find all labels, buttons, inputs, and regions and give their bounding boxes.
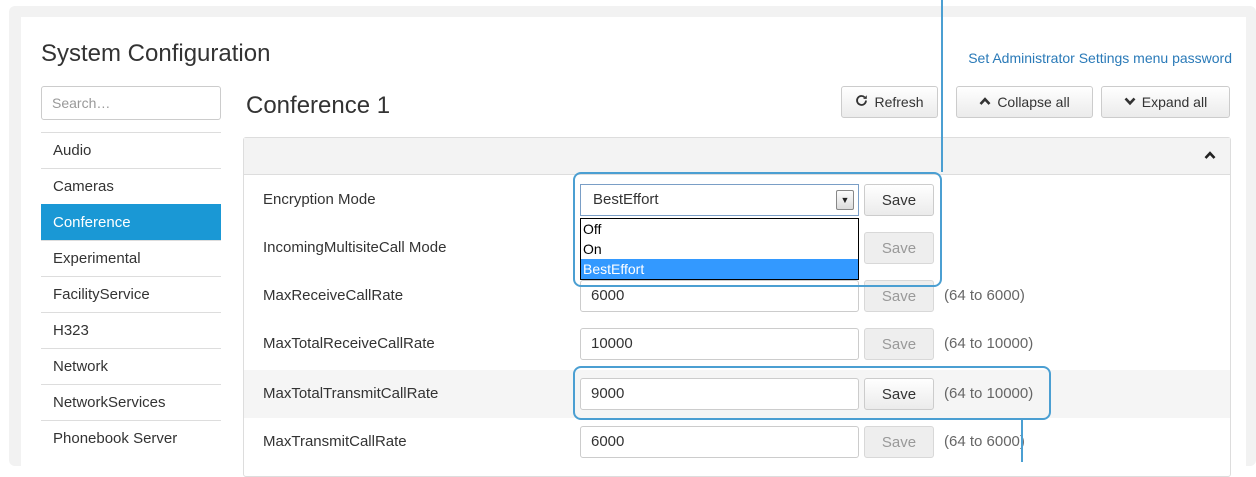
chevron-up-icon	[979, 95, 991, 109]
sidebar-item-networkservices[interactable]: NetworkServices	[41, 384, 221, 420]
callout-pointer-line	[1021, 420, 1023, 462]
setting-label: MaxReceiveCallRate	[263, 287, 404, 304]
chevron-down-icon	[1124, 95, 1136, 109]
sidebar-item-conference[interactable]: Conference	[41, 204, 221, 240]
expand-all-button[interactable]: Expand all	[1101, 86, 1230, 118]
save-button[interactable]: Save	[864, 426, 934, 458]
card-header[interactable]	[244, 138, 1230, 175]
sidebar-item-experimental[interactable]: Experimental	[41, 240, 221, 276]
sidebar-item-h323[interactable]: H323	[41, 312, 221, 348]
setting-label: MaxTotalReceiveCallRate	[263, 335, 435, 352]
callout-highlight-transmit-rate	[573, 366, 1051, 420]
range-hint: (64 to 6000)	[944, 433, 1025, 450]
section-title: Conference 1	[246, 92, 391, 119]
search-input[interactable]	[41, 86, 221, 120]
sidebar-item-facilityservice[interactable]: FacilityService	[41, 276, 221, 312]
setting-label: MaxTotalTransmitCallRate	[263, 385, 439, 402]
collapse-all-label: Collapse all	[997, 94, 1070, 110]
refresh-button[interactable]: Refresh	[841, 86, 938, 118]
expand-all-label: Expand all	[1141, 94, 1208, 110]
max-transmit-call-rate-input[interactable]: 6000	[580, 426, 859, 458]
setting-row-max-total-receive-call-rate: MaxTotalReceiveCallRate 10000 Save (64 t…	[244, 320, 1230, 368]
setting-label: IncomingMultisiteCall Mode	[263, 239, 447, 256]
setting-row-max-transmit-call-rate: MaxTransmitCallRate 6000 Save (64 to 600…	[244, 418, 1230, 466]
range-hint: (64 to 6000)	[944, 287, 1025, 304]
range-hint: (64 to 10000)	[944, 335, 1034, 352]
callout-highlight-encryption	[573, 172, 942, 287]
setting-label: MaxTransmitCallRate	[263, 433, 407, 450]
callout-pointer-line	[941, 0, 943, 172]
admin-password-link[interactable]: Set Administrator Settings menu password	[968, 50, 1232, 66]
sidebar-item-audio[interactable]: Audio	[41, 132, 221, 168]
collapse-all-button[interactable]: Collapse all	[956, 86, 1093, 118]
save-button[interactable]: Save	[864, 328, 934, 360]
refresh-icon	[855, 94, 868, 110]
max-total-receive-call-rate-input[interactable]: 10000	[580, 328, 859, 360]
sidebar-item-cameras[interactable]: Cameras	[41, 168, 221, 204]
sidebar-nav: Audio Cameras Conference Experimental Fa…	[41, 132, 221, 456]
collapse-section-icon[interactable]	[1204, 147, 1216, 163]
setting-label: Encryption Mode	[263, 191, 376, 208]
sidebar-item-network[interactable]: Network	[41, 348, 221, 384]
refresh-label: Refresh	[874, 94, 924, 110]
sidebar-item-phonebook-server[interactable]: Phonebook Server	[41, 420, 221, 456]
page-title: System Configuration	[41, 40, 271, 67]
